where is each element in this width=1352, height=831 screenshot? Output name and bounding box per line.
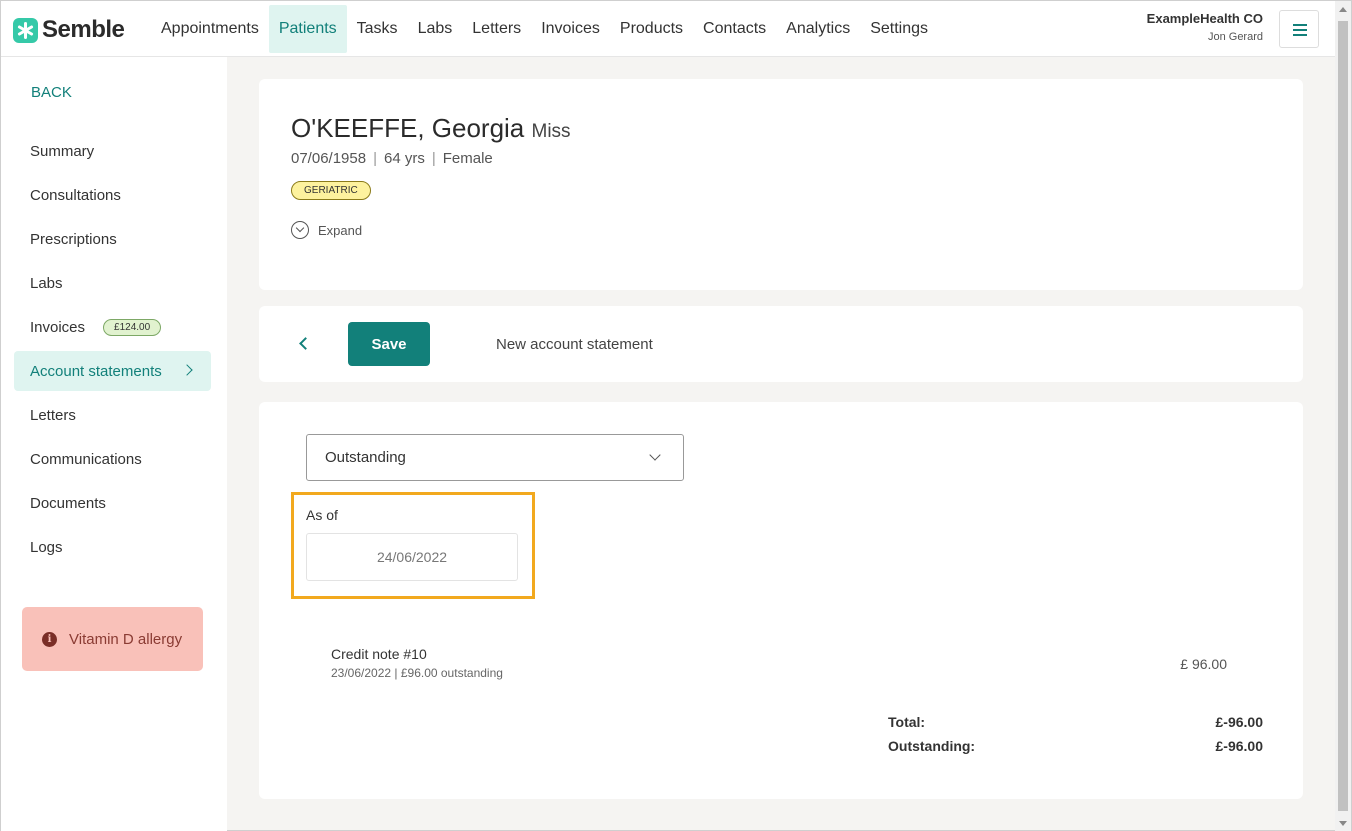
patient-age: 64 yrs bbox=[383, 150, 425, 167]
sidebar-item-logs[interactable]: Logs bbox=[14, 527, 211, 567]
patient-section-list: Summary Consultations Prescriptions Labs… bbox=[14, 131, 211, 571]
semble-asterisk-icon bbox=[13, 17, 38, 43]
patient-name-line: O'KEEFFE, Georgia Miss bbox=[291, 113, 571, 144]
brand-name: Semble bbox=[42, 16, 125, 43]
outstanding-label: Outstanding: bbox=[888, 738, 976, 754]
scroll-down-arrow-icon[interactable] bbox=[1339, 821, 1347, 826]
sidebar-item-label: Account statements bbox=[30, 362, 162, 380]
sidebar-item-prescriptions[interactable]: Prescriptions bbox=[14, 219, 211, 259]
save-button[interactable]: Save bbox=[348, 322, 430, 366]
as-of-field-group: As of bbox=[291, 492, 535, 599]
sidebar-item-labs[interactable]: Labs bbox=[14, 263, 211, 303]
item-subtitle: 23/06/2022 | £96.00 outstanding bbox=[331, 666, 503, 680]
chevron-down-circle-icon bbox=[291, 221, 309, 239]
nav-settings[interactable]: Settings bbox=[860, 5, 938, 53]
sidebar-item-label: Prescriptions bbox=[30, 230, 117, 248]
nav-tasks[interactable]: Tasks bbox=[347, 5, 408, 53]
sidebar-item-label: Consultations bbox=[30, 186, 121, 204]
main-nav: Appointments Patients Tasks Labs Letters… bbox=[151, 5, 938, 53]
nav-labs[interactable]: Labs bbox=[408, 5, 463, 53]
semble-logo[interactable]: Semble bbox=[13, 16, 125, 44]
sidebar-item-consultations[interactable]: Consultations bbox=[14, 175, 211, 215]
patient-demographics: 07/06/1958 | 64 yrs | Female bbox=[291, 150, 493, 167]
nav-patients[interactable]: Patients bbox=[268, 5, 347, 53]
account-statement-card: Outstanding As of Credit note #10 23/06/… bbox=[259, 402, 1303, 799]
scroll-thumb[interactable] bbox=[1338, 21, 1348, 811]
item-title: Credit note #10 bbox=[331, 646, 427, 662]
info-icon: i bbox=[42, 631, 57, 647]
sidebar-item-label: Labs bbox=[30, 274, 63, 292]
patient-dob: 07/06/1958 bbox=[291, 150, 367, 167]
sidebar-item-label: Letters bbox=[30, 406, 76, 424]
chevron-down-icon bbox=[649, 449, 661, 461]
statement-toolbar: Save New account statement bbox=[259, 306, 1303, 382]
patient-gender: Female bbox=[442, 150, 493, 167]
expand-button[interactable]: Expand bbox=[291, 221, 362, 239]
patient-tag-badge: GERIATRIC bbox=[291, 181, 371, 200]
outstanding-value: £-96.00 bbox=[1215, 738, 1263, 754]
sidebar-item-label: Summary bbox=[30, 142, 95, 160]
patient-header-card: O'KEEFFE, Georgia Miss 07/06/1958 | 64 yrs… bbox=[259, 79, 1303, 290]
sidebar-item-label: Invoices bbox=[30, 318, 86, 336]
item-amount: £ 96.00 bbox=[1180, 656, 1227, 672]
statement-type-value: Outstanding bbox=[325, 449, 406, 466]
patient-sidebar: BACK Summary Consultations Prescriptions… bbox=[1, 57, 227, 831]
toolbar-title: New account statement bbox=[496, 336, 653, 353]
sidebar-item-label: Communications bbox=[30, 450, 142, 468]
nav-products[interactable]: Products bbox=[610, 5, 693, 53]
as-of-date-input[interactable] bbox=[306, 533, 518, 581]
scroll-up-arrow-icon[interactable] bbox=[1339, 7, 1347, 12]
menu-button[interactable] bbox=[1279, 10, 1319, 48]
nav-appointments[interactable]: Appointments bbox=[151, 5, 269, 53]
total-label: Total: bbox=[888, 714, 926, 730]
outstanding-row: Outstanding: £-96.00 bbox=[888, 738, 1263, 762]
sidebar-item-letters[interactable]: Letters bbox=[14, 395, 211, 435]
sidebar-item-summary[interactable]: Summary bbox=[14, 131, 211, 171]
sidebar-item-account-statements[interactable]: Account statements bbox=[14, 351, 211, 391]
nav-invoices[interactable]: Invoices bbox=[531, 5, 610, 53]
list-item[interactable]: Credit note #10 23/06/2022 | £96.00 outs… bbox=[331, 646, 1227, 680]
patient-name: O'KEEFFE, Georgia bbox=[291, 113, 525, 143]
user-name: Jon Gerard bbox=[1207, 31, 1263, 43]
allergy-alert[interactable]: i Vitamin D allergy bbox=[22, 607, 203, 671]
sidebar-item-label: Logs bbox=[30, 538, 63, 556]
nav-analytics[interactable]: Analytics bbox=[776, 5, 860, 53]
sidebar-item-documents[interactable]: Documents bbox=[14, 483, 211, 523]
allergy-text: Vitamin D allergy bbox=[69, 630, 183, 648]
total-value: £-96.00 bbox=[1215, 714, 1263, 730]
account-info[interactable]: ExampleHealth CO Jon Gerard bbox=[1147, 11, 1263, 43]
sidebar-item-communications[interactable]: Communications bbox=[14, 439, 211, 479]
total-row: Total: £-96.00 bbox=[888, 714, 1263, 738]
nav-contacts[interactable]: Contacts bbox=[693, 5, 776, 53]
as-of-label: As of bbox=[306, 507, 338, 523]
page-scrollbar[interactable] bbox=[1335, 1, 1351, 831]
statement-totals: Total: £-96.00 Outstanding: £-96.00 bbox=[888, 714, 1263, 762]
top-navigation-bar: Semble Appointments Patients Tasks Labs … bbox=[1, 1, 1337, 57]
statement-type-select[interactable]: Outstanding bbox=[306, 434, 684, 481]
sidebar-item-invoices[interactable]: Invoices £124.00 bbox=[14, 307, 211, 347]
chevron-left-icon[interactable] bbox=[299, 337, 312, 350]
organisation-name: ExampleHealth CO bbox=[1146, 11, 1263, 26]
sidebar-item-label: Documents bbox=[30, 494, 106, 512]
back-link[interactable]: BACK bbox=[31, 84, 72, 101]
invoices-balance-badge: £124.00 bbox=[103, 318, 162, 336]
patient-title: Miss bbox=[531, 121, 571, 142]
nav-letters[interactable]: Letters bbox=[462, 5, 531, 53]
chevron-right-icon bbox=[181, 364, 193, 376]
expand-label: Expand bbox=[318, 222, 363, 238]
